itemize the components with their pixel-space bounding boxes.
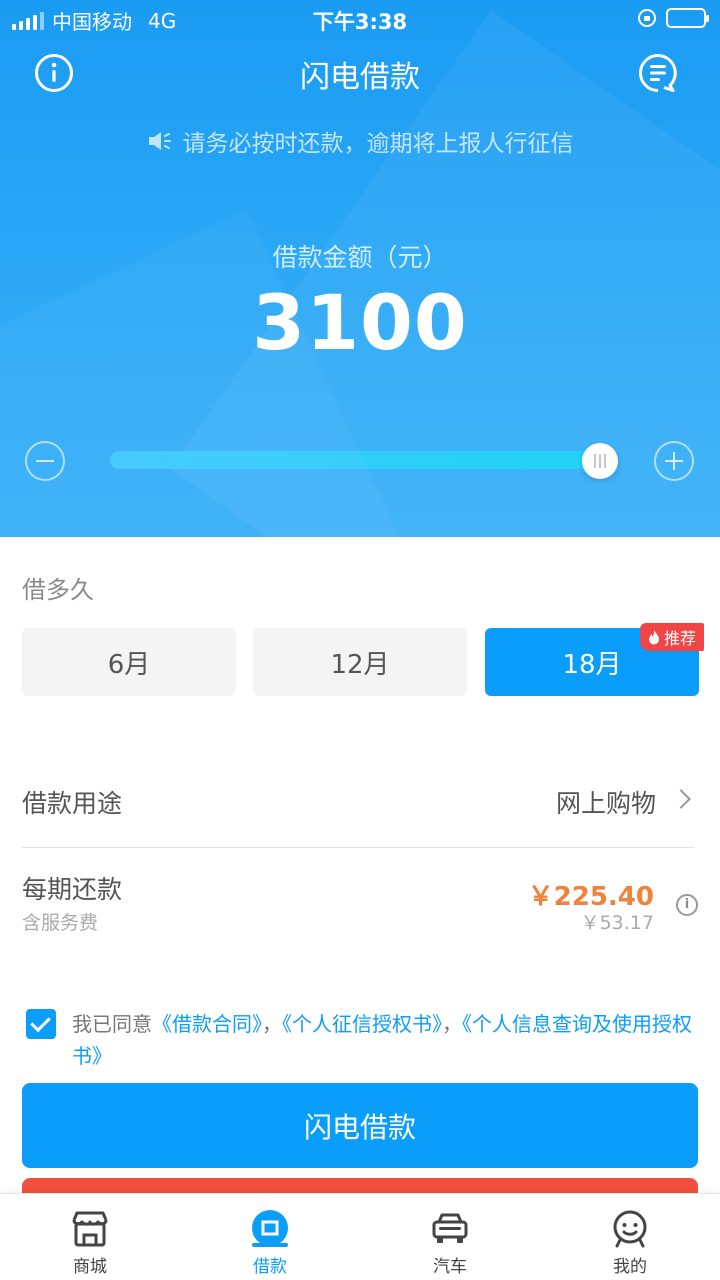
tab-loan[interactable]: 借款 bbox=[210, 1210, 330, 1277]
service-fee: ￥53.17 bbox=[580, 912, 654, 934]
term-option-12[interactable]: 12月 bbox=[253, 628, 467, 696]
message-button[interactable] bbox=[638, 53, 678, 93]
tab-label: 借款 bbox=[253, 1257, 287, 1277]
shop-icon bbox=[72, 1211, 108, 1247]
tab-label: 我的 bbox=[613, 1257, 647, 1277]
notice-bar: 请务必按时还款，逾期将上报人行征信 bbox=[0, 124, 720, 158]
battery-icon bbox=[666, 8, 709, 28]
agreement-prefix: 我已同意 bbox=[72, 1012, 152, 1036]
speaker-icon bbox=[148, 132, 171, 150]
credit-authorization-link[interactable]: 《个人征信授权书》 bbox=[282, 1012, 442, 1036]
slider-handle[interactable] bbox=[581, 443, 618, 479]
status-right bbox=[638, 8, 709, 28]
orientation-lock-icon bbox=[638, 9, 656, 27]
agree-checkbox[interactable] bbox=[26, 1009, 56, 1039]
decrease-button[interactable] bbox=[25, 441, 65, 481]
amount-label: 借款金额（元） bbox=[272, 243, 448, 272]
fee-info-icon[interactable]: i bbox=[676, 894, 698, 916]
tab-car[interactable]: 汽车 bbox=[390, 1210, 510, 1277]
purpose-label: 借款用途 bbox=[22, 789, 123, 818]
message-icon bbox=[639, 54, 677, 92]
payment-sub-label: 含服务费 bbox=[22, 912, 99, 934]
payment-label: 每期还款 bbox=[22, 875, 123, 904]
agreement-separator: ， bbox=[262, 1012, 282, 1036]
increase-button[interactable] bbox=[654, 441, 694, 481]
tab-label: 商城 bbox=[73, 1257, 107, 1277]
fire-icon bbox=[649, 629, 659, 644]
amount-value: 3100 bbox=[252, 278, 468, 367]
agreement-text: 我已同意《借款合同》，《个人征信授权书》，《个人信息查询及使用授权书》 bbox=[72, 1008, 692, 1072]
status-time: 下午3:38 bbox=[312, 10, 408, 34]
term-option-6[interactable]: 6月 bbox=[22, 628, 236, 696]
payment-row: 每期还款 含服务费 ￥225.40 ￥53.17 i bbox=[22, 868, 698, 938]
tab-label: 汽车 bbox=[433, 1257, 467, 1277]
submit-loan-button[interactable]: 闪电借款 bbox=[22, 1083, 698, 1168]
tab-bar: 商城 借款 汽车 我的 bbox=[0, 1193, 720, 1280]
car-icon bbox=[432, 1213, 468, 1243]
chevron-right-icon bbox=[671, 789, 691, 809]
agreement-separator: ， bbox=[442, 1012, 462, 1036]
page-title: 闪电借款 bbox=[300, 60, 420, 95]
loan-contract-link[interactable]: 《借款合同》 bbox=[152, 1012, 262, 1036]
purpose-value: 网上购物 bbox=[555, 789, 656, 818]
notice-text: 请务必按时还款，逾期将上报人行征信 bbox=[182, 131, 574, 157]
loan-icon bbox=[252, 1210, 288, 1247]
profile-icon bbox=[613, 1210, 647, 1248]
divider bbox=[22, 847, 694, 848]
amount-slider[interactable] bbox=[110, 451, 615, 469]
recommend-badge: 推荐 bbox=[640, 623, 705, 651]
tab-shop[interactable]: 商城 bbox=[30, 1210, 150, 1277]
slider-fill bbox=[110, 451, 600, 469]
tab-profile[interactable]: 我的 bbox=[570, 1210, 690, 1277]
recommend-text: 推荐 bbox=[664, 629, 697, 648]
purpose-row[interactable]: 借款用途 网上购物 bbox=[22, 780, 694, 824]
duration-label: 借多久 bbox=[22, 576, 94, 604]
status-bar: 中国移动 4G 下午3:38 bbox=[0, 0, 720, 38]
hero-panel: 中国移动 4G 下午3:38 闪电借款 请务必按时还款，逾期将上报人行征信 借款… bbox=[0, 0, 720, 537]
